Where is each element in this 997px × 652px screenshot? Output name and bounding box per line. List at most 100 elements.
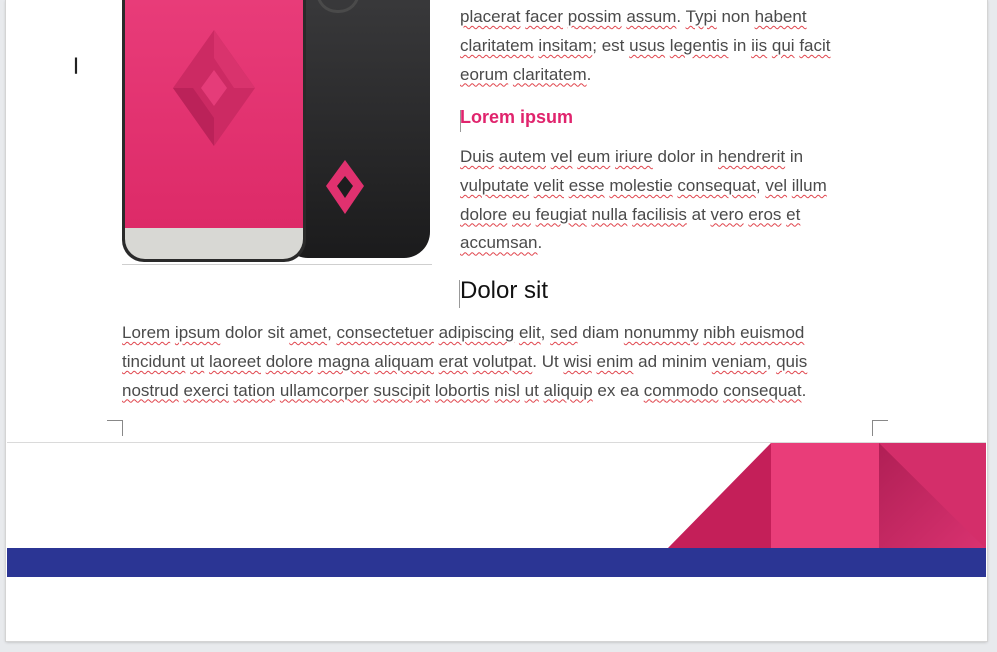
misspelled-word[interactable]: vero	[711, 205, 744, 224]
misspelled-word[interactable]: enim	[597, 352, 634, 371]
misspelled-word[interactable]: suscipit	[373, 381, 430, 400]
misspelled-word[interactable]: Duis	[460, 147, 494, 166]
misspelled-word[interactable]: adipiscing	[439, 323, 515, 342]
misspelled-word[interactable]: amet	[289, 323, 327, 342]
misspelled-word[interactable]: illum	[792, 176, 827, 195]
misspelled-word[interactable]: wisi	[563, 352, 591, 371]
text-run: in	[785, 147, 804, 166]
misspelled-word[interactable]: euismod	[740, 323, 804, 342]
misspelled-word[interactable]: claritatem	[460, 36, 534, 55]
misspelled-word[interactable]: claritatem	[513, 65, 587, 84]
misspelled-word[interactable]: aliquip	[544, 381, 593, 400]
misspelled-word[interactable]: iis	[751, 36, 767, 55]
text-run: ,	[540, 323, 551, 342]
misspelled-word[interactable]: eum	[577, 147, 610, 166]
misspelled-word[interactable]: et	[786, 205, 800, 224]
misspelled-word[interactable]: laoreet	[209, 352, 261, 371]
text-run: . Ut	[532, 351, 564, 371]
misspelled-word[interactable]: consectetuer	[337, 323, 434, 342]
misspelled-word[interactable]: iriure	[615, 147, 653, 166]
misspelled-word[interactable]: insitam	[538, 36, 592, 55]
misspelled-word[interactable]: ullamcorper	[280, 381, 369, 400]
text-run: dolor in	[652, 147, 719, 166]
misspelled-word[interactable]: veniam	[712, 352, 767, 371]
margin-marker-left	[107, 420, 123, 436]
text-run: at	[686, 204, 711, 224]
misspelled-word[interactable]: eorum	[460, 65, 508, 84]
misspelled-word[interactable]: lobortis	[435, 381, 490, 400]
misspelled-word[interactable]: nibh	[703, 323, 735, 342]
misspelled-word[interactable]: ut	[190, 352, 204, 371]
misspelled-word[interactable]: facer	[525, 7, 563, 26]
misspelled-word[interactable]: commodo	[644, 381, 719, 400]
misspelled-word[interactable]: erat	[439, 352, 468, 371]
text-run: diam	[577, 323, 624, 342]
text-run: in	[728, 35, 752, 55]
diamond-logo-icon	[326, 160, 364, 214]
misspelled-word[interactable]: facilisis	[632, 205, 687, 224]
misspelled-word[interactable]: placerat	[460, 7, 520, 26]
misspelled-word[interactable]: esse	[569, 176, 605, 195]
misspelled-word[interactable]: accumsan	[460, 233, 537, 252]
misspelled-word[interactable]: velit	[534, 176, 564, 195]
misspelled-word[interactable]: nostrud	[122, 381, 179, 400]
misspelled-word[interactable]: facit	[799, 36, 830, 55]
document-page[interactable]: Ι placerat facer possim assum. Typi non …	[6, 0, 987, 641]
misspelled-word[interactable]: assum	[626, 7, 676, 26]
text-run: ex ea	[592, 380, 644, 400]
blue-band	[7, 548, 986, 577]
margin-marker-right	[872, 420, 888, 436]
misspelled-word[interactable]: molestie	[609, 176, 672, 195]
misspelled-word[interactable]: ipsum	[175, 323, 220, 342]
misspelled-word[interactable]: elit	[519, 323, 541, 342]
phone-illustration	[122, 0, 432, 266]
misspelled-word[interactable]: aliquam	[374, 352, 434, 371]
misspelled-word[interactable]: dolore	[266, 352, 313, 371]
misspelled-word[interactable]: possim	[568, 7, 622, 26]
misspelled-word[interactable]: tincidunt	[122, 352, 185, 371]
text-run: .	[537, 233, 543, 253]
misspelled-word[interactable]: feugiat	[536, 205, 587, 224]
misspelled-word[interactable]: hendrerit	[718, 147, 785, 166]
misspelled-word[interactable]: vulputate	[460, 176, 529, 195]
misspelled-word[interactable]: quis	[776, 352, 807, 371]
phone-screen	[125, 0, 303, 228]
text-run: .	[801, 380, 807, 400]
misspelled-word[interactable]: magna	[318, 352, 370, 371]
paragraph-top[interactable]: placerat facer possim assum. Typi non ha…	[460, 3, 860, 89]
misspelled-word[interactable]: vel	[765, 176, 787, 195]
misspelled-word[interactable]: Lorem	[122, 323, 170, 342]
paragraph-middle[interactable]: Duis autem vel eum iriure dolor in hendr…	[460, 143, 860, 258]
heading-dolor-sit[interactable]: Dolor sit	[460, 277, 548, 305]
heading-lorem-ipsum[interactable]: Lorem ipsum	[460, 107, 573, 128]
text-run: ,	[766, 351, 777, 371]
text-run: ,	[755, 175, 766, 195]
footer-banner	[7, 442, 986, 578]
misspelled-word[interactable]: legentis	[670, 36, 729, 55]
misspelled-word[interactable]: Typi	[686, 7, 717, 26]
misspelled-word[interactable]: vel	[551, 147, 573, 166]
misspelled-word[interactable]: consequat	[723, 381, 801, 400]
text-run: ad minim	[633, 351, 712, 371]
misspelled-word[interactable]: tation	[234, 381, 276, 400]
misspelled-word[interactable]: qui	[772, 36, 795, 55]
misspelled-word[interactable]: exerci	[183, 381, 228, 400]
misspelled-word[interactable]: habent	[755, 7, 807, 26]
misspelled-word[interactable]: nonummy	[624, 323, 699, 342]
misspelled-word[interactable]: sed	[550, 323, 577, 342]
misspelled-word[interactable]: ut	[525, 381, 539, 400]
paragraph-bottom[interactable]: Lorem ipsum dolor sit amet, consectetuer…	[122, 319, 862, 405]
misspelled-word[interactable]: nulla	[591, 205, 627, 224]
misspelled-word[interactable]: dolore	[460, 205, 507, 224]
text-run: .	[676, 7, 686, 26]
text-run: ; est	[592, 35, 630, 55]
misspelled-word[interactable]: consequat	[677, 176, 755, 195]
misspelled-word[interactable]: eros	[748, 205, 781, 224]
text-cursor-icon: Ι	[72, 55, 80, 80]
misspelled-word[interactable]: autem	[499, 147, 546, 166]
misspelled-word[interactable]: usus	[629, 36, 665, 55]
misspelled-word[interactable]: eu	[512, 205, 531, 224]
misspelled-word[interactable]: nisl	[494, 381, 520, 400]
misspelled-word[interactable]: volutpat	[473, 352, 533, 371]
text-run: ,	[327, 323, 337, 342]
